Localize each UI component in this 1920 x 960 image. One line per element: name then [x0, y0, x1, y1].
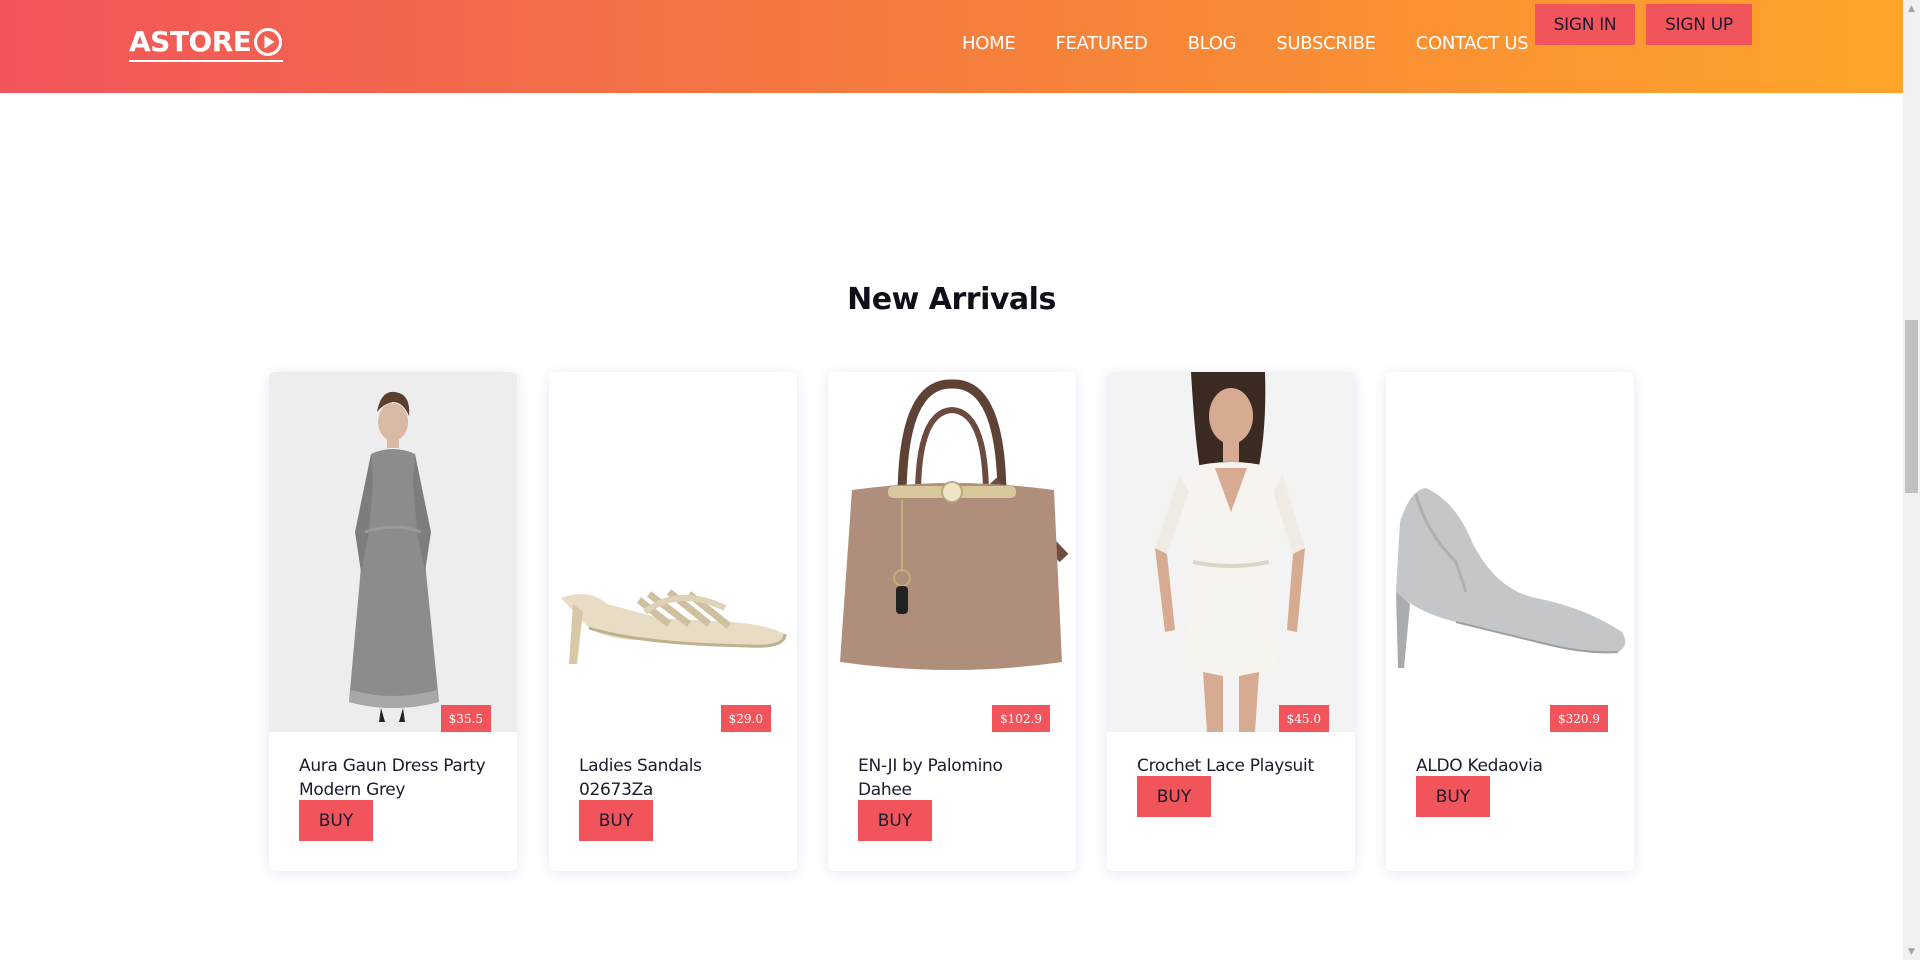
handbag-image[interactable]	[828, 372, 1076, 732]
product-name[interactable]: Aura Gaun Dress Party Modern Grey	[299, 754, 499, 802]
price-badge: $35.5	[440, 705, 491, 732]
price-badge: $29.0	[720, 705, 771, 732]
product-card[interactable]: $29.0 Ladies Sandals 02673Za BUY	[549, 372, 797, 871]
nav-featured[interactable]: FEATURED	[1055, 33, 1147, 55]
product-name[interactable]: Ladies Sandals 02673Za	[579, 754, 779, 802]
price-badge: $320.9	[1550, 705, 1608, 732]
price-badge: $102.9	[992, 705, 1050, 732]
scroll-up-arrow-icon[interactable]: ▲	[1903, 0, 1920, 17]
buy-button[interactable]: BUY	[299, 800, 373, 841]
product-name[interactable]: EN-JI by Palomino Dahee	[858, 754, 1058, 802]
buy-button[interactable]: BUY	[858, 800, 932, 841]
buy-button[interactable]: BUY	[1416, 776, 1490, 817]
product-name[interactable]: Crochet Lace Playsuit	[1137, 754, 1337, 778]
product-card[interactable]: $102.9 EN-JI by Palomino Dahee BUY	[828, 372, 1076, 871]
product-card[interactable]: $320.9 ALDO Kedaovia BUY	[1386, 372, 1634, 871]
scroll-down-arrow-icon[interactable]: ▼	[1903, 943, 1920, 960]
logo-text: ASTORE	[129, 25, 252, 58]
nav-subscribe[interactable]: SUBSCRIBE	[1276, 33, 1376, 55]
price-badge: $45.0	[1278, 705, 1329, 732]
buy-button[interactable]: BUY	[579, 800, 653, 841]
site-header: ASTORE HOME FEATURED BLOG SUBSCRIBE CONT…	[0, 0, 1903, 93]
section-title: New Arrivals	[847, 282, 1056, 317]
sign-up-button[interactable]: SIGN UP	[1646, 4, 1752, 45]
scrollbar-thumb[interactable]	[1905, 320, 1918, 493]
sandal-image[interactable]	[549, 372, 797, 732]
sign-in-button[interactable]: SIGN IN	[1535, 4, 1635, 45]
play-circle-icon	[254, 28, 283, 56]
nav-home[interactable]: HOME	[962, 33, 1016, 55]
playsuit-image[interactable]	[1107, 372, 1355, 732]
buy-button[interactable]: BUY	[1137, 776, 1211, 817]
nav-blog[interactable]: BLOG	[1188, 33, 1237, 55]
logo-link[interactable]: ASTORE	[129, 25, 284, 62]
heel-image[interactable]	[1386, 372, 1634, 732]
product-card[interactable]: $35.5 Aura Gaun Dress Party Modern Grey …	[269, 372, 517, 871]
nav-contact-us[interactable]: CONTACT US	[1416, 33, 1529, 55]
main-nav: HOME FEATURED BLOG SUBSCRIBE CONTACT US	[962, 33, 1568, 55]
vertical-scrollbar[interactable]: ▲ ▼	[1903, 0, 1920, 960]
product-card[interactable]: $45.0 Crochet Lace Playsuit BUY	[1107, 372, 1355, 871]
dress-image[interactable]	[269, 372, 517, 732]
product-name[interactable]: ALDO Kedaovia	[1416, 754, 1616, 778]
